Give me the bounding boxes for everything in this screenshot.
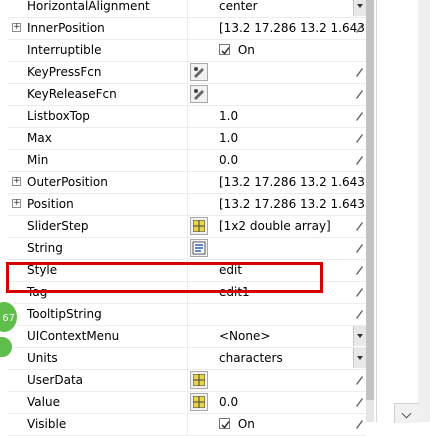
property-inspector: HorizontalAlignment center + InnerPositi… [0,0,430,436]
property-name: String [8,238,188,259]
vertical-scrollbar[interactable] [366,0,374,422]
pencil-icon[interactable] [354,110,364,122]
property-name: SliderStep [8,216,188,237]
property-value[interactable]: 0.0 [189,150,366,171]
property-row-value[interactable]: Value 0.0 [8,392,366,414]
property-name: Max [8,128,188,149]
property-row-keyreleasefcn[interactable]: KeyReleaseFcn [8,84,366,106]
property-row-position[interactable]: + Position [13.2 17.286 13.2 1.643] [8,194,366,216]
property-name: Min [8,150,188,171]
property-row-min[interactable]: Min 0.0 [8,150,366,172]
property-row-horizontalalignment[interactable]: HorizontalAlignment center [8,0,366,18]
property-value[interactable]: [13.2 17.286 13.2 1.643] [189,194,366,215]
property-value[interactable]: 1.0 [189,128,366,149]
property-value[interactable]: <None> [189,326,366,347]
pencil-icon[interactable] [354,154,364,166]
pencil-icon[interactable] [354,264,364,276]
property-row-listboxtop[interactable]: ListboxTop 1.0 [8,106,366,128]
property-table: HorizontalAlignment center + InnerPositi… [8,0,366,436]
property-row-uicontextmenu[interactable]: UIContextMenu <None> [8,326,366,348]
pencil-icon[interactable] [354,22,364,34]
property-value[interactable] [189,304,366,325]
property-name: UserData [8,370,188,391]
property-value[interactable]: [13.2 17.286 13.2 1.643] [189,172,366,193]
pencil-icon[interactable] [354,132,364,144]
checkbox-icon[interactable] [219,44,230,55]
property-row-innerposition[interactable]: + InnerPosition [13.2 17.286 13.2 1.643] [8,18,366,40]
pencil-icon[interactable] [354,220,364,232]
property-value[interactable]: 1.0 [189,106,366,127]
property-row-outerposition[interactable]: + OuterPosition [13.2 17.286 13.2 1.643] [8,172,366,194]
property-name: KeyPressFcn [8,62,188,83]
property-value[interactable]: On [189,40,366,61]
property-value[interactable]: [13.2 17.286 13.2 1.643] [189,18,366,39]
dropdown-arrow-icon[interactable] [353,348,366,368]
property-row-units[interactable]: Units characters [8,348,366,370]
property-name: InnerPosition [8,18,188,39]
property-name: TooltipString [8,304,188,325]
property-row-interruptible[interactable]: Interruptible On [8,40,366,62]
property-row-sliderstep[interactable]: SliderStep [1x2 double array] [8,216,366,238]
pencil-icon[interactable] [354,396,364,408]
pencil-icon[interactable] [354,88,364,100]
pencil-icon[interactable] [354,286,364,298]
property-value[interactable] [189,62,366,83]
property-name: Units [8,348,188,369]
property-value[interactable]: center [189,0,366,17]
scroll-down-button[interactable] [394,403,419,423]
pencil-icon[interactable] [354,242,364,254]
property-value[interactable] [189,370,366,391]
property-name: UIContextMenu [8,326,188,347]
checkbox-label: On [237,43,255,57]
checkbox-label: On [237,417,255,431]
property-name: Value [8,392,188,413]
pencil-icon[interactable] [354,308,364,320]
scrollbar-thumb[interactable] [366,0,374,400]
panel-divider [376,0,377,422]
property-row-userdata[interactable]: UserData [8,370,366,392]
property-name: Visible [8,414,188,435]
property-name: OuterPosition [8,172,188,193]
property-value[interactable]: 0.0 [189,392,366,413]
property-row-string[interactable]: String [8,238,366,260]
right-scrollbar[interactable] [418,0,430,422]
dropdown-arrow-icon[interactable] [353,0,366,16]
property-value[interactable] [189,84,366,105]
pencil-icon[interactable] [354,418,364,430]
pencil-icon[interactable] [354,66,364,78]
property-row-tooltipstring[interactable]: TooltipString [8,304,366,326]
property-name: ListboxTop [8,106,188,127]
property-name: Interruptible [8,40,188,61]
property-row-visible[interactable]: Visible On [8,414,366,436]
property-name: HorizontalAlignment [8,0,188,17]
pencil-icon[interactable] [354,374,364,386]
dropdown-arrow-icon[interactable] [353,326,366,346]
tag-row-highlight [6,262,323,293]
property-row-max[interactable]: Max 1.0 [8,128,366,150]
property-value[interactable]: characters [189,348,366,369]
property-name: Position [8,194,188,215]
property-name: KeyReleaseFcn [8,84,188,105]
property-value[interactable] [189,238,366,259]
checkbox-icon[interactable] [219,418,230,429]
property-value[interactable]: On [189,414,366,435]
property-value[interactable]: [1x2 double array] [189,216,366,237]
property-row-keypressfcn[interactable]: KeyPressFcn [8,62,366,84]
